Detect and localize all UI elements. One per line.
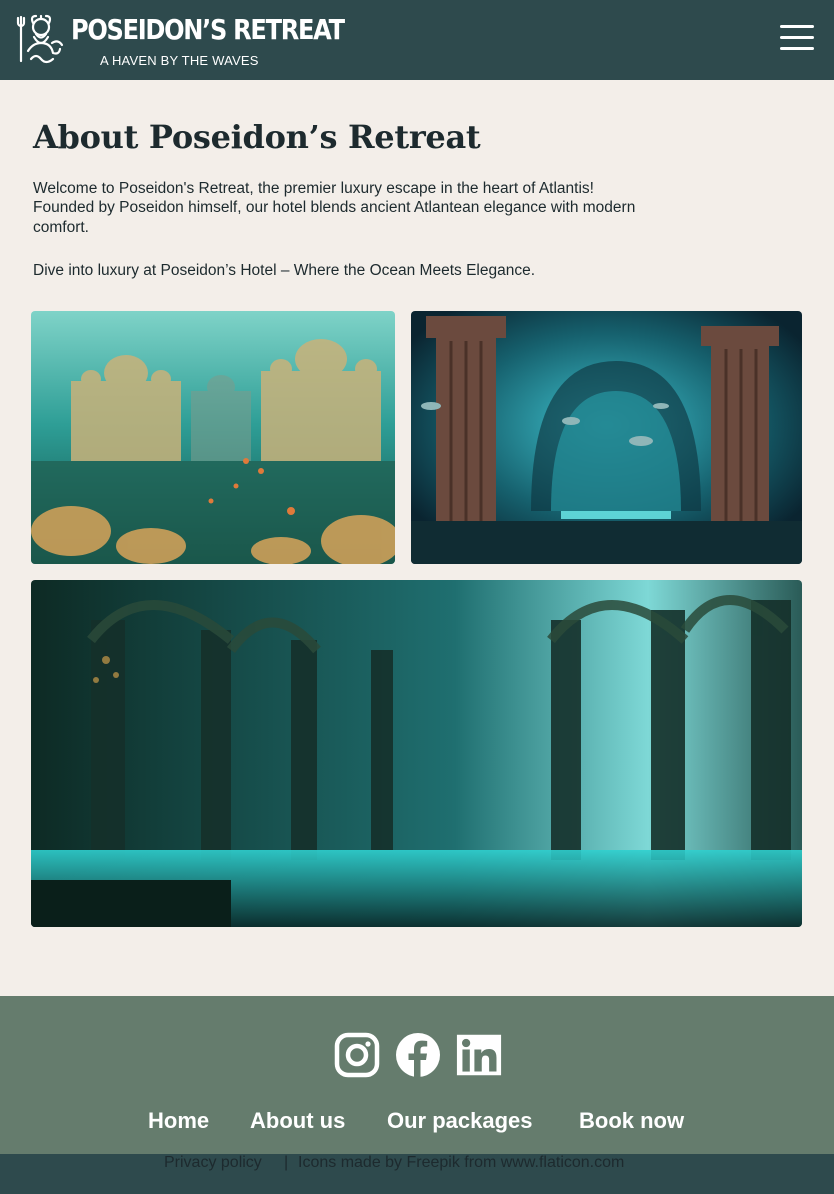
brand-title[interactable]: POSEIDON’S RETREAT [71, 13, 345, 46]
linkedin-icon[interactable] [456, 1032, 502, 1078]
instagram-icon[interactable] [334, 1032, 380, 1078]
footer-separator: | [284, 1154, 289, 1171]
underwater-arch-image [411, 311, 802, 564]
tagline-paragraph: Dive into luxury at Poseidon’s Hotel – W… [33, 262, 536, 279]
brand-tagline: A HAVEN BY THE WAVES [100, 53, 259, 68]
underwater-palace-image [31, 311, 395, 564]
icon-credits-text: Icons made by Freepik from www.flaticon.… [298, 1154, 625, 1171]
footer-link-packages[interactable]: Our packages [387, 1108, 533, 1134]
footer-link-book[interactable]: Book now [579, 1108, 684, 1134]
facebook-icon[interactable] [395, 1032, 441, 1078]
intro-paragraph: Welcome to Poseidon's Retreat, the premi… [33, 180, 636, 236]
sunken-hall-image [31, 580, 802, 927]
hamburger-menu-icon[interactable] [780, 22, 814, 52]
footer-link-about[interactable]: About us [250, 1108, 345, 1134]
privacy-policy-link[interactable]: Privacy policy [164, 1154, 262, 1172]
footer-link-home[interactable]: Home [148, 1108, 209, 1134]
poseidon-trident-icon[interactable] [14, 13, 66, 65]
page-title: About Poseidon’s Retreat [33, 118, 481, 156]
